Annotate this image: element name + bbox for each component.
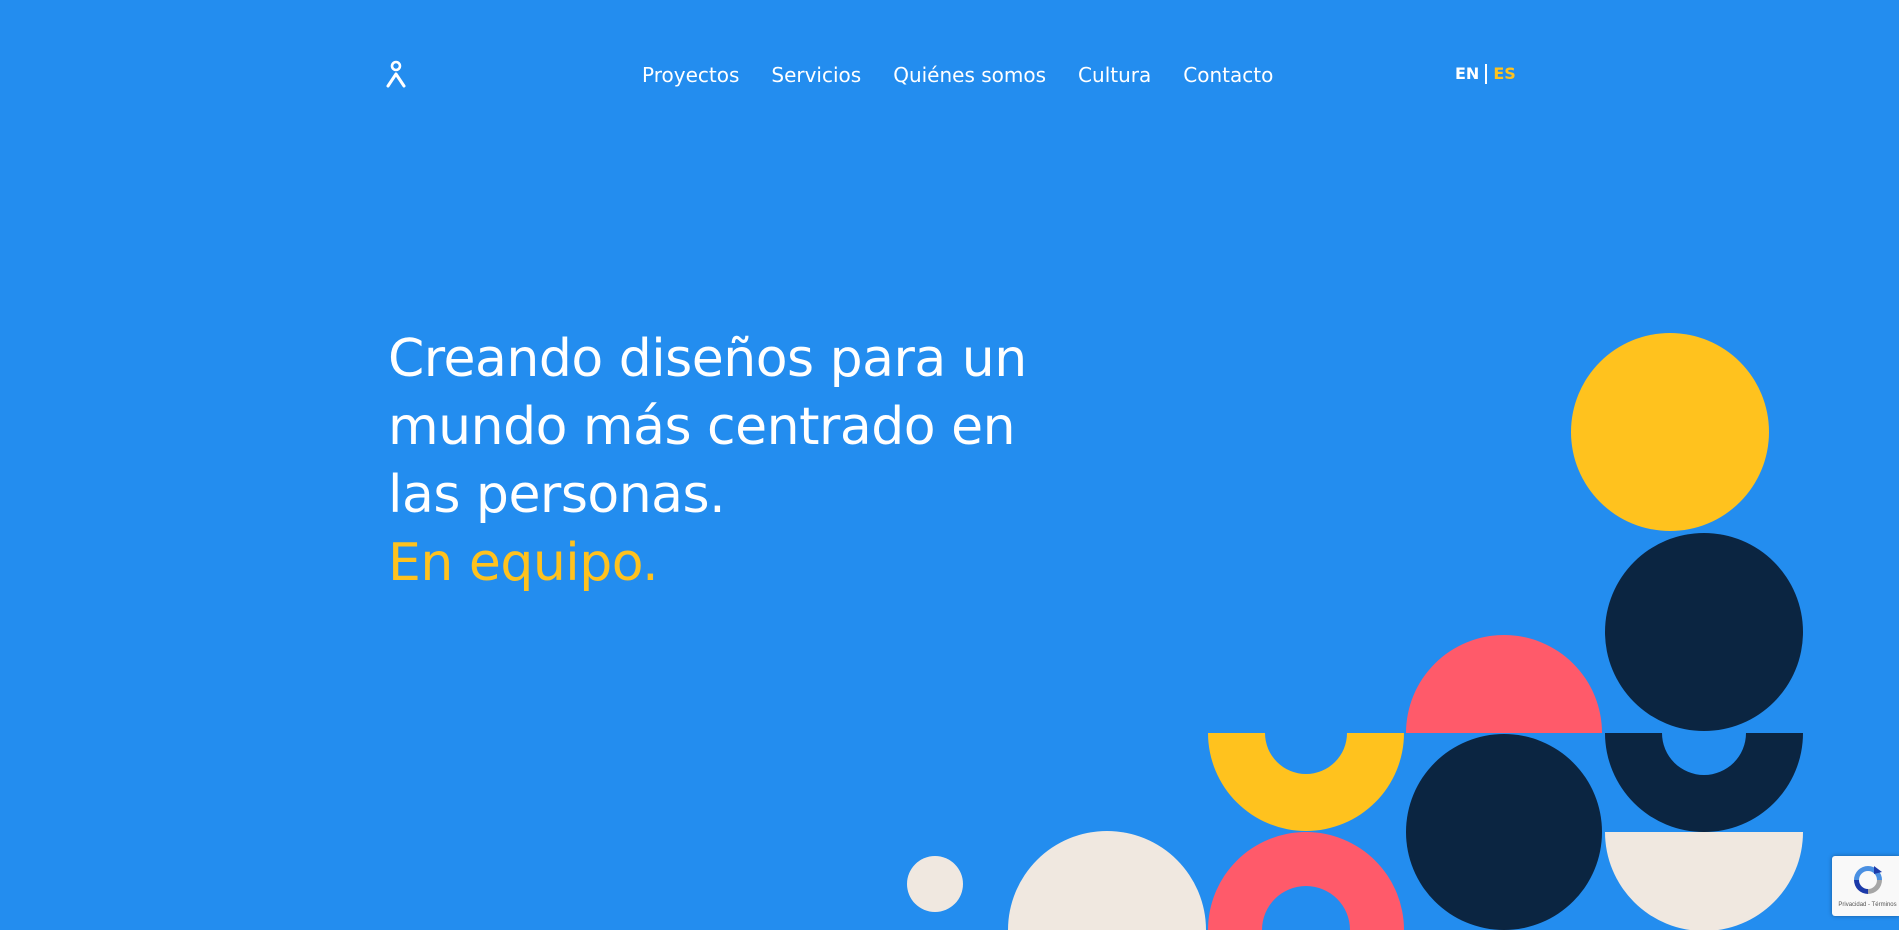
small-cream-dot-shape [907,856,963,912]
nav-link-cultura[interactable]: Cultura [1078,60,1151,90]
page: Proyectos Servicios Quiénes somos Cultur… [0,0,1899,930]
recaptcha-icon [1854,866,1882,894]
coral-ring-shape [1208,832,1404,930]
hero-line-1: Creando diseños para un [388,329,1027,389]
coral-half-circle-shape [1406,635,1602,733]
nav-link-servicios[interactable]: Servicios [771,60,861,90]
nav-link-contacto[interactable]: Contacto [1183,60,1273,90]
language-divider [1485,64,1488,84]
yellow-circle-shape [1571,333,1769,531]
cream-dome-shape [1008,831,1206,930]
navy-arch-shape [1605,733,1803,832]
hero-line-2: mundo más centrado en [388,397,1016,457]
main-nav: Proyectos Servicios Quiénes somos Cultur… [642,60,1273,90]
language-en-link[interactable]: EN [1455,61,1479,87]
hero-heading: Creando diseños para un mundo más centra… [388,325,1088,597]
yellow-arch-shape [1208,733,1404,831]
language-switcher: EN ES [1455,61,1516,87]
hero-accent-line: En equipo. [388,533,659,593]
recaptcha-badge[interactable]: Privacidad - Términos [1832,856,1899,916]
recaptcha-links[interactable]: Privacidad - Términos [1836,901,1899,909]
language-es-link[interactable]: ES [1493,61,1515,87]
nav-link-proyectos[interactable]: Proyectos [642,60,739,90]
cream-bowl-shape [1605,832,1803,930]
navy-circle-right-shape [1605,533,1803,731]
nav-link-quienes-somos[interactable]: Quiénes somos [893,60,1046,90]
hero-line-3: las personas. [388,465,726,525]
navy-circle-shape [1406,734,1602,930]
person-figure-logo-icon[interactable] [386,60,408,88]
